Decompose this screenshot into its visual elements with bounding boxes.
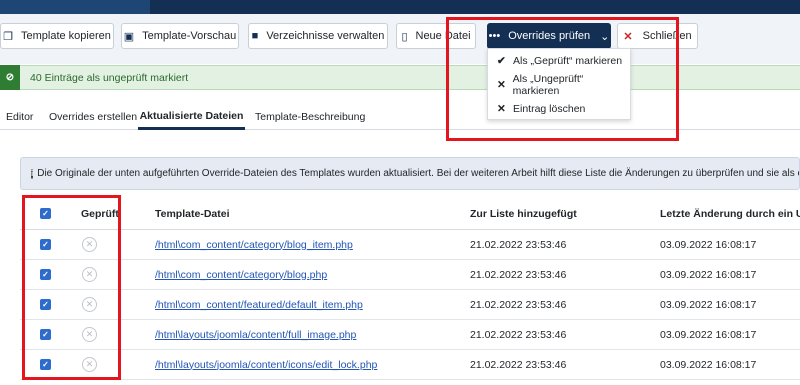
manage-folders-button[interactable]: ■ Verzeichnisse verwalten bbox=[248, 23, 388, 49]
copy-template-button[interactable]: ❐ Template kopieren bbox=[0, 23, 114, 49]
table-row: ✓ ✕ /html\layouts/joomla/content/full_im… bbox=[20, 320, 800, 350]
modified-date: 03.09.2022 16:08:17 bbox=[660, 238, 757, 251]
manage-folders-label: Verzeichnisse verwalten bbox=[266, 30, 385, 42]
file-link[interactable]: /html\layouts/joomla/content/full_image.… bbox=[155, 320, 356, 349]
image-icon: ▣ bbox=[123, 30, 135, 43]
added-date: 21.02.2022 23:53:46 bbox=[470, 328, 567, 341]
toolbar: ❐ Template kopieren ▣ Template-Vorschau … bbox=[0, 14, 800, 64]
folder-icon: ■ bbox=[251, 30, 259, 42]
success-alert: ⊘ 40 Einträge als ungeprüft markiert bbox=[0, 65, 800, 90]
header-accent bbox=[0, 0, 150, 14]
table-row: ✓ ✕ /html\layouts/joomla/content/icons/e… bbox=[20, 350, 800, 380]
tab-create-overrides[interactable]: Overrides erstellen bbox=[49, 104, 137, 130]
file-link[interactable]: /html\com_content/featured/default_item.… bbox=[155, 290, 363, 319]
modified-date: 03.09.2022 16:08:17 bbox=[660, 328, 757, 341]
file-icon: ▯ bbox=[401, 30, 408, 43]
success-alert-message: 40 Einträge als ungeprüft markiert bbox=[30, 71, 189, 84]
table-row: ✓ ✕ /html\com_content/category/blog.php … bbox=[20, 260, 800, 290]
added-date: 21.02.2022 23:53:46 bbox=[470, 298, 567, 311]
file-link[interactable]: /html\layouts/joomla/content/icons/edit_… bbox=[155, 350, 377, 379]
top-header-bar bbox=[0, 0, 800, 14]
modified-date: 03.09.2022 16:08:17 bbox=[660, 298, 757, 311]
table-row: ✓ ✕ /html\com_content/category/blog_item… bbox=[20, 230, 800, 260]
modified-date: 03.09.2022 16:08:17 bbox=[660, 358, 757, 371]
highlight-box-dropdown bbox=[446, 17, 679, 141]
modified-date: 03.09.2022 16:08:17 bbox=[660, 268, 757, 281]
table-header: ✓ Geprüft Template-Datei Zur Liste hinzu… bbox=[20, 198, 800, 230]
copy-template-label: Template kopieren bbox=[20, 30, 111, 42]
file-link[interactable]: /html\com_content/category/blog.php bbox=[155, 260, 327, 289]
tab-bar: Editor Overrides erstellen Aktualisierte… bbox=[0, 104, 800, 130]
highlight-box-checkboxes bbox=[22, 195, 121, 380]
template-preview-label: Template-Vorschau bbox=[142, 30, 237, 42]
header-template-file[interactable]: Template-Datei bbox=[155, 198, 230, 229]
header-last-modified[interactable]: Letzte Änderung durch ein Updat bbox=[660, 198, 800, 229]
info-message: i Die Originale der unten aufgeführten O… bbox=[20, 157, 800, 190]
tab-template-description[interactable]: Template-Beschreibung bbox=[255, 104, 365, 130]
copy-icon: ❐ bbox=[3, 30, 13, 43]
header-added[interactable]: Zur Liste hinzugefügt bbox=[470, 198, 577, 229]
tab-updated-files[interactable]: Aktualisierte Dateien bbox=[138, 104, 245, 130]
template-preview-button[interactable]: ▣ Template-Vorschau bbox=[121, 23, 239, 49]
added-date: 21.02.2022 23:53:46 bbox=[470, 358, 567, 371]
success-check-icon: ⊘ bbox=[0, 65, 20, 90]
added-date: 21.02.2022 23:53:46 bbox=[470, 238, 567, 251]
added-date: 21.02.2022 23:53:46 bbox=[470, 268, 567, 281]
info-message-text: Die Originale der unten aufgeführten Ove… bbox=[37, 168, 800, 179]
table-row: ✓ ✕ /html\com_content/featured/default_i… bbox=[20, 290, 800, 320]
info-icon: i bbox=[31, 168, 34, 179]
tab-editor[interactable]: Editor bbox=[6, 104, 33, 130]
file-link[interactable]: /html\com_content/category/blog_item.php bbox=[155, 230, 353, 259]
